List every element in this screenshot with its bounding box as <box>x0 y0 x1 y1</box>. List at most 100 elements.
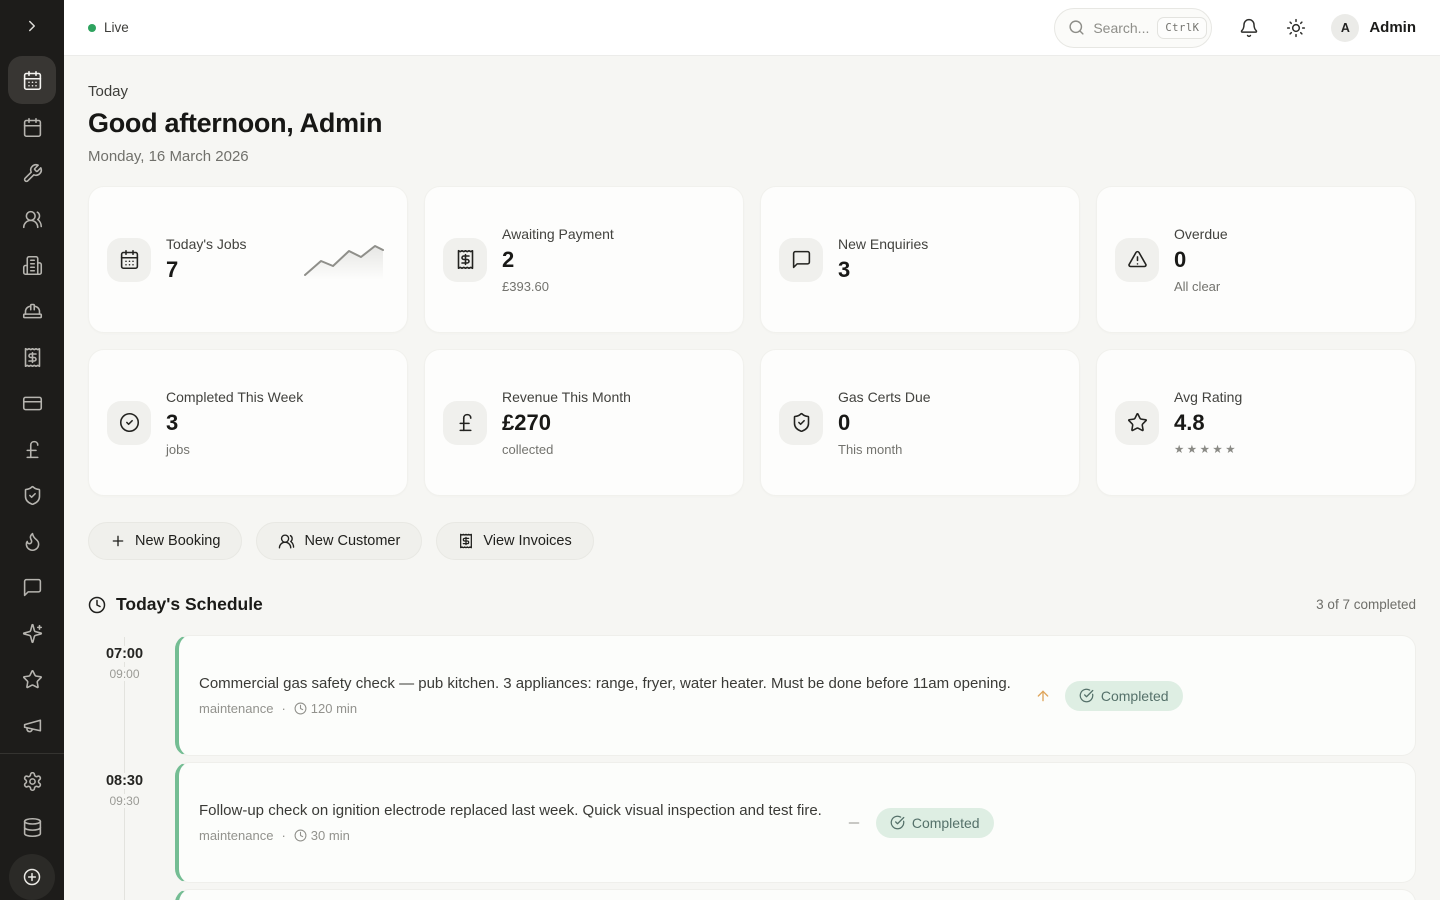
flame-icon <box>22 531 43 552</box>
sidebar <box>0 0 64 900</box>
job-tag: maintenance <box>199 701 273 716</box>
user-menu[interactable]: Admin <box>1369 19 1416 36</box>
schedule-header: Today's Schedule 3 of 7 completed <box>88 594 1416 615</box>
search-input[interactable]: Search... CtrlK <box>1054 8 1212 48</box>
new-booking-button[interactable]: New Booking <box>88 522 242 560</box>
stats-grid: Today's Jobs 7 Awaiting Payment 2 £393.6… <box>88 186 1416 496</box>
stat-value: 0 <box>838 410 931 436</box>
live-label: Live <box>104 20 129 35</box>
job-tag: maintenance <box>199 828 273 843</box>
sidebar-expand-button[interactable] <box>0 0 64 51</box>
chevron-right-icon <box>23 17 41 35</box>
avatar-initial: A <box>1341 21 1350 35</box>
schedule-job-card[interactable]: Follow-up check on ignition electrode re… <box>175 762 1416 883</box>
sidebar-item-jobs[interactable] <box>8 150 56 196</box>
meta-separator: · <box>281 701 285 716</box>
stat-value: 0 <box>1174 247 1228 273</box>
star-icon <box>1115 401 1159 445</box>
stat-card-avg-rating[interactable]: Avg Rating 4.8 ★★★★★ <box>1096 349 1416 496</box>
sidebar-item-certificates[interactable] <box>8 472 56 518</box>
sidebar-item-ai[interactable] <box>8 610 56 656</box>
clock-icon <box>88 596 106 614</box>
star-icon <box>22 669 43 690</box>
search-icon <box>1068 19 1085 36</box>
star-rating-row: ★★★★★ <box>1174 442 1242 456</box>
create-new-button[interactable] <box>9 854 55 900</box>
stat-sub: £393.60 <box>502 279 614 294</box>
stat-label: Revenue This Month <box>502 389 631 405</box>
schedule-time-column: 07:00 09:00 <box>88 635 175 756</box>
check-circle-icon <box>890 815 905 830</box>
page-title: Good afternoon, Admin <box>88 108 1416 139</box>
sidebar-item-settings[interactable] <box>8 758 56 804</box>
sidebar-item-payments[interactable] <box>8 380 56 426</box>
todays-schedule-section: Today's Schedule 3 of 7 completed 07:00 … <box>88 594 1416 900</box>
sidebar-item-properties[interactable] <box>8 242 56 288</box>
sidebar-item-finance[interactable] <box>8 426 56 472</box>
megaphone-icon <box>22 715 43 736</box>
stat-sub: All clear <box>1174 279 1228 294</box>
schedule-job-card[interactable] <box>175 889 1416 900</box>
sun-icon <box>1286 18 1306 38</box>
search-placeholder: Search... <box>1093 20 1149 36</box>
status-badge[interactable]: Completed <box>1065 681 1183 711</box>
theme-toggle-button[interactable] <box>1286 18 1306 38</box>
job-meta: maintenance · 30 min <box>199 828 822 843</box>
plus-icon <box>110 533 126 549</box>
schedule-job-card[interactable]: Commercial gas safety check — pub kitche… <box>175 635 1416 756</box>
sidebar-divider <box>0 753 64 754</box>
sidebar-item-data[interactable] <box>8 804 56 850</box>
alert-triangle-icon <box>1115 238 1159 282</box>
job-title: Follow-up check on ignition electrode re… <box>199 802 822 819</box>
schedule-title: Today's Schedule <box>116 594 263 615</box>
building-icon <box>22 255 43 276</box>
job-duration: 120 min <box>294 701 357 716</box>
users-icon <box>278 533 295 550</box>
sidebar-item-engineers[interactable] <box>8 288 56 334</box>
sidebar-item-schedule[interactable] <box>8 104 56 150</box>
schedule-item-partial <box>88 889 1416 900</box>
sidebar-item-reviews[interactable] <box>8 656 56 702</box>
stat-card-revenue-month[interactable]: Revenue This Month £270 collected <box>424 349 744 496</box>
stat-label: Today's Jobs <box>166 236 247 252</box>
sidebar-item-invoices[interactable] <box>8 334 56 380</box>
hardhat-icon <box>22 301 43 322</box>
clock-icon <box>294 702 307 715</box>
stat-label: Awaiting Payment <box>502 226 614 242</box>
stat-sub: jobs <box>166 442 303 457</box>
end-time: 09:00 <box>106 667 142 681</box>
sidebar-item-gas[interactable] <box>8 518 56 564</box>
invoice-icon <box>443 238 487 282</box>
status-badge[interactable]: Completed <box>876 808 994 838</box>
stat-sub: This month <box>838 442 931 457</box>
sidebar-item-marketing[interactable] <box>8 702 56 748</box>
bell-icon <box>1239 18 1259 38</box>
stat-card-awaiting-payment[interactable]: Awaiting Payment 2 £393.60 <box>424 186 744 333</box>
live-dot <box>88 24 96 32</box>
stat-card-gas-certs[interactable]: Gas Certs Due 0 This month <box>760 349 1080 496</box>
stat-card-overdue[interactable]: Overdue 0 All clear <box>1096 186 1416 333</box>
view-invoices-button[interactable]: View Invoices <box>436 522 593 560</box>
stat-card-new-enquiries[interactable]: New Enquiries 3 <box>760 186 1080 333</box>
avatar[interactable]: A <box>1331 14 1359 42</box>
message-icon <box>779 238 823 282</box>
sidebar-item-enquiries[interactable] <box>8 564 56 610</box>
credit-card-icon <box>22 393 43 414</box>
wrench-icon <box>22 163 43 184</box>
plus-circle-icon <box>22 867 42 887</box>
sidebar-item-dashboard[interactable] <box>8 56 56 104</box>
schedule-item: 07:00 09:00 Commercial gas safety check … <box>88 635 1416 756</box>
stat-card-completed-week[interactable]: Completed This Week 3 jobs <box>88 349 408 496</box>
notifications-button[interactable] <box>1239 18 1259 38</box>
job-status-group: Completed <box>846 808 994 838</box>
users-icon <box>22 209 43 230</box>
sidebar-item-customers[interactable] <box>8 196 56 242</box>
new-customer-button[interactable]: New Customer <box>256 522 422 560</box>
stat-value: 4.8 <box>1174 410 1242 436</box>
stat-card-todays-jobs[interactable]: Today's Jobs 7 <box>88 186 408 333</box>
meta-separator: · <box>281 828 285 843</box>
pound-icon <box>443 401 487 445</box>
topbar: Live Search... CtrlK A Admin <box>64 0 1440 56</box>
shield-check-icon <box>779 401 823 445</box>
stat-label: Completed This Week <box>166 389 303 405</box>
